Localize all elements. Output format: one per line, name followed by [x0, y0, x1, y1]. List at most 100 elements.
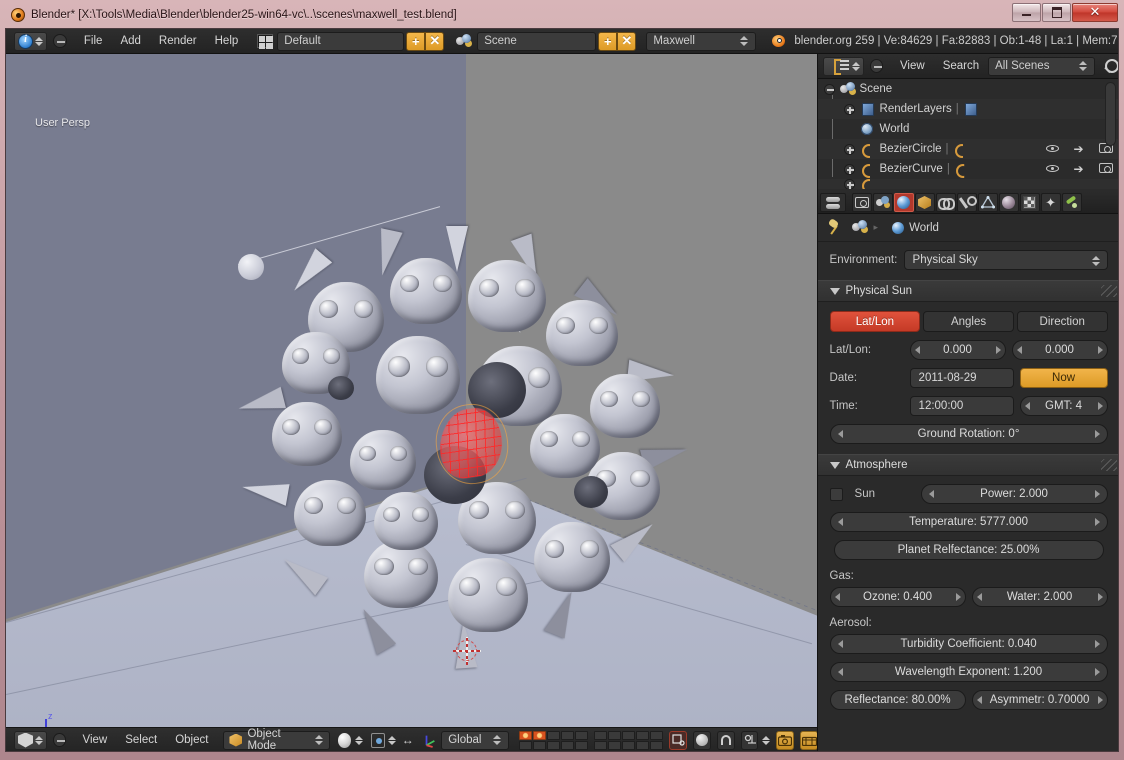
list-item[interactable]: RenderLayers | — [817, 99, 1118, 119]
tab-scene[interactable] — [872, 193, 893, 212]
list-item[interactable]: BezierCurve | ➔ — [818, 159, 1118, 179]
temperature-slider[interactable]: Temperature: 5777.000 — [829, 512, 1108, 532]
reflectance-field[interactable]: Reflectance: 80.00% — [829, 690, 966, 710]
editor-type-selector-outliner[interactable] — [822, 56, 864, 76]
selectability-toggle-icon[interactable]: ➔ — [1066, 142, 1092, 156]
tab-constraints[interactable] — [935, 193, 956, 212]
scene-name-field[interactable]: Scene — [477, 31, 597, 51]
time-input[interactable]: 12:00:00 — [909, 396, 1014, 416]
layer-button[interactable] — [547, 740, 561, 750]
tab-latlon[interactable]: Lat/Lon — [829, 311, 921, 332]
layer-button[interactable] — [650, 730, 664, 740]
menu-help[interactable]: Help — [206, 33, 248, 49]
wavelength-slider[interactable]: Wavelength Exponent: 1.200 — [829, 662, 1108, 682]
chevron-updown-icon[interactable] — [762, 735, 771, 745]
expand-toggle-icon[interactable] — [843, 103, 855, 115]
list-item[interactable] — [817, 179, 1118, 189]
snap-target-icon[interactable] — [740, 730, 759, 750]
sun-checkbox[interactable] — [829, 487, 843, 501]
magnet-icon[interactable] — [716, 730, 735, 750]
collapse-menu-icon[interactable] — [53, 733, 66, 747]
layer-buttons-group-1[interactable] — [519, 730, 589, 750]
interaction-mode-selector[interactable]: Object Mode — [223, 728, 330, 751]
chevron-updown-icon[interactable] — [355, 735, 364, 745]
layer-button[interactable] — [594, 740, 608, 750]
menu-add[interactable]: Add — [111, 33, 149, 49]
layer-button[interactable] — [561, 740, 575, 750]
close-button[interactable]: ✕ — [1072, 3, 1118, 22]
layer-button[interactable] — [636, 730, 650, 740]
manipulator-axis-icon[interactable] — [423, 732, 437, 748]
maximize-button[interactable] — [1042, 3, 1071, 22]
screen-layout-field[interactable]: Default — [277, 31, 405, 51]
layer-button[interactable] — [594, 730, 608, 740]
layer-button[interactable] — [561, 730, 575, 740]
tab-angles[interactable]: Angles — [923, 311, 1014, 332]
render-border-icon[interactable] — [669, 730, 688, 750]
outliner-menu-view[interactable]: View — [891, 58, 934, 74]
remove-screen-button[interactable]: ✕ — [425, 31, 445, 51]
now-button[interactable]: Now — [1019, 368, 1108, 388]
menu-object[interactable]: Object — [166, 732, 217, 748]
environment-selector[interactable]: Physical Sky — [903, 250, 1108, 270]
layer-button[interactable] — [519, 740, 533, 750]
chevron-updown-icon[interactable] — [388, 735, 397, 745]
collapse-menu-icon[interactable] — [869, 59, 883, 73]
layer-button[interactable] — [622, 730, 636, 740]
editor-type-selector-info[interactable] — [14, 31, 47, 51]
collapse-menu-icon[interactable] — [53, 34, 67, 48]
monkey-cluster-object[interactable] — [236, 226, 690, 669]
outliner-scrollbar[interactable] — [1104, 82, 1116, 146]
proportional-edit-icon[interactable]: ↔ — [400, 734, 415, 746]
render-image-icon[interactable] — [776, 730, 795, 750]
tab-render[interactable] — [851, 193, 872, 212]
tab-modifiers[interactable] — [956, 193, 977, 212]
layer-button[interactable] — [519, 730, 533, 740]
list-item[interactable]: BezierCircle | ➔ — [817, 139, 1118, 159]
power-slider[interactable]: Power: 2.000 — [920, 484, 1108, 504]
tab-texture[interactable] — [1019, 193, 1040, 212]
outliner-menu-search[interactable]: Search — [934, 58, 988, 74]
view3d-viewport[interactable]: User Persp (8) Monkey z y x — [6, 54, 818, 727]
pin-icon[interactable] — [828, 220, 842, 235]
layer-button[interactable] — [547, 730, 561, 740]
list-item[interactable]: Scene — [818, 79, 1118, 99]
latitude-field[interactable]: 0.000 — [909, 340, 1006, 360]
layer-buttons-group-2[interactable] — [594, 730, 664, 750]
expand-toggle-icon[interactable] — [843, 163, 855, 175]
layer-button[interactable] — [533, 740, 547, 750]
menu-select[interactable]: Select — [116, 732, 166, 748]
panel-header-atmosphere[interactable]: Atmosphere — [817, 454, 1118, 476]
list-item[interactable]: World — [818, 119, 1118, 139]
layer-button[interactable] — [608, 740, 622, 750]
visibility-toggle-icon[interactable] — [1040, 144, 1066, 154]
tab-material[interactable] — [998, 193, 1019, 212]
tab-particles[interactable]: ✦ — [1040, 193, 1061, 212]
tab-object[interactable] — [914, 193, 935, 212]
menu-file[interactable]: File — [75, 33, 112, 49]
curve-data-icon[interactable] — [954, 162, 969, 176]
layer-button[interactable] — [533, 730, 547, 740]
render-engine-selector[interactable]: Maxwell — [646, 31, 756, 51]
turbidity-slider[interactable]: Turbidity Coefficient: 0.040 — [829, 634, 1108, 654]
solid-shading-icon[interactable] — [337, 732, 352, 748]
renderability-toggle-icon[interactable] — [1092, 162, 1118, 176]
outliner-display-mode[interactable]: All Scenes — [988, 56, 1096, 76]
renderlayer-data-icon[interactable] — [963, 102, 978, 116]
menu-view[interactable]: View — [74, 732, 117, 748]
tab-direction[interactable]: Direction — [1016, 311, 1108, 332]
render-animation-icon[interactable] — [800, 730, 818, 750]
ozone-slider[interactable]: Ozone: 0.400 — [829, 587, 966, 607]
tab-data[interactable] — [977, 193, 998, 212]
tab-physics[interactable] — [1061, 193, 1082, 212]
layer-button[interactable] — [622, 740, 636, 750]
selectability-toggle-icon[interactable]: ➔ — [1066, 162, 1092, 176]
breadcrumb-world[interactable]: World — [892, 221, 939, 234]
add-scene-button[interactable]: + — [598, 31, 618, 51]
date-input[interactable]: 2011-08-29 — [909, 368, 1014, 388]
editor-type-selector-properties[interactable] — [819, 193, 846, 212]
tab-world[interactable] — [893, 193, 914, 212]
minimize-button[interactable] — [1012, 3, 1041, 22]
renderability-toggle-icon[interactable] — [1092, 142, 1118, 156]
layer-button[interactable] — [608, 730, 622, 740]
